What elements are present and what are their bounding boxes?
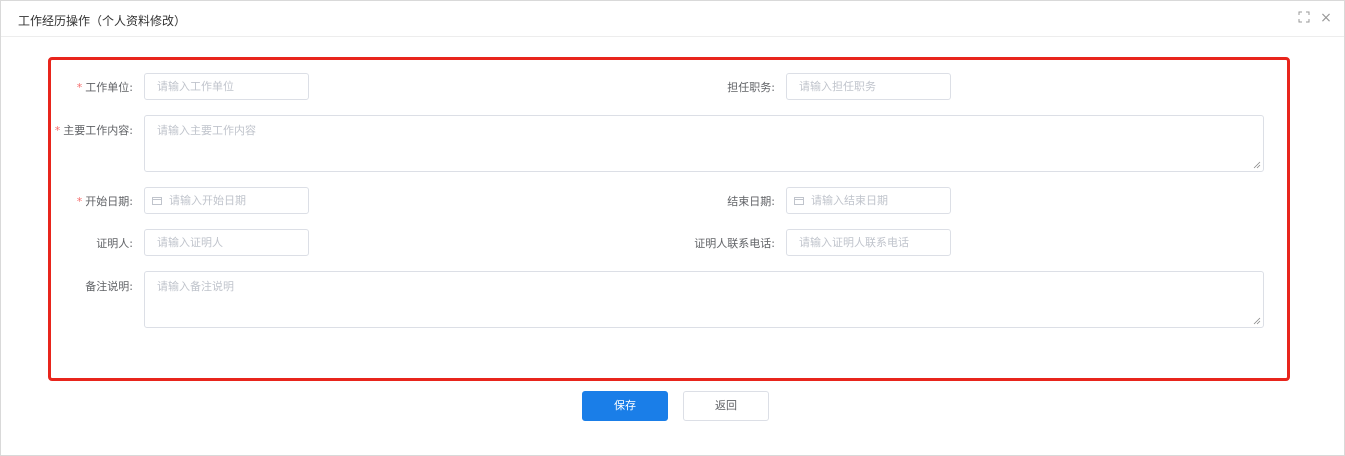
company-input[interactable]: 请输入工作单位 [144, 73, 309, 100]
witness-phone-label: 证明人联系电话: [694, 237, 775, 250]
remarks-label: 备注说明: [85, 280, 133, 293]
content-label: * 主要工作内容: [54, 124, 133, 137]
back-button[interactable]: 返回 [683, 391, 769, 421]
dialog-title: 工作经历操作（个人资料修改） [18, 14, 187, 28]
resize-handle-icon[interactable] [1253, 317, 1261, 325]
calendar-icon [794, 197, 804, 205]
start-date-placeholder: 请输入开始日期 [169, 194, 246, 207]
end-date-input[interactable]: 请输入结束日期 [786, 187, 951, 214]
required-mark: * [76, 195, 83, 208]
save-button[interactable]: 保存 [582, 391, 668, 421]
required-mark: * [54, 124, 61, 137]
position-label: 担任职务: [727, 81, 775, 94]
close-icon[interactable]: × [1319, 11, 1333, 25]
calendar-icon [152, 197, 162, 205]
remarks-textarea[interactable]: 请输入备注说明 [144, 271, 1264, 328]
position-input[interactable]: 请输入担任职务 [786, 73, 951, 100]
witness-phone-input[interactable]: 请输入证明人联系电话 [786, 229, 951, 256]
remarks-placeholder: 请输入备注说明 [157, 280, 234, 293]
highlight-frame [48, 57, 1290, 381]
dialog-window: 工作经历操作（个人资料修改） × * 工作单位: 请输入工作单位 担任职务: 请输… [0, 0, 1345, 456]
content-textarea[interactable]: 请输入主要工作内容 [144, 115, 1264, 172]
dialog-titlebar: 工作经历操作（个人资料修改） × [1, 1, 1344, 37]
required-mark: * [76, 81, 83, 94]
maximize-icon[interactable] [1297, 11, 1311, 25]
company-label: * 工作单位: [76, 81, 133, 94]
witness-input[interactable]: 请输入证明人 [144, 229, 309, 256]
start-date-label: * 开始日期: [76, 195, 133, 208]
resize-handle-icon[interactable] [1253, 161, 1261, 169]
end-date-placeholder: 请输入结束日期 [811, 194, 888, 207]
content-placeholder: 请输入主要工作内容 [157, 124, 256, 137]
start-date-input[interactable]: 请输入开始日期 [144, 187, 309, 214]
end-date-label: 结束日期: [727, 195, 775, 208]
witness-label: 证明人: [96, 237, 133, 250]
